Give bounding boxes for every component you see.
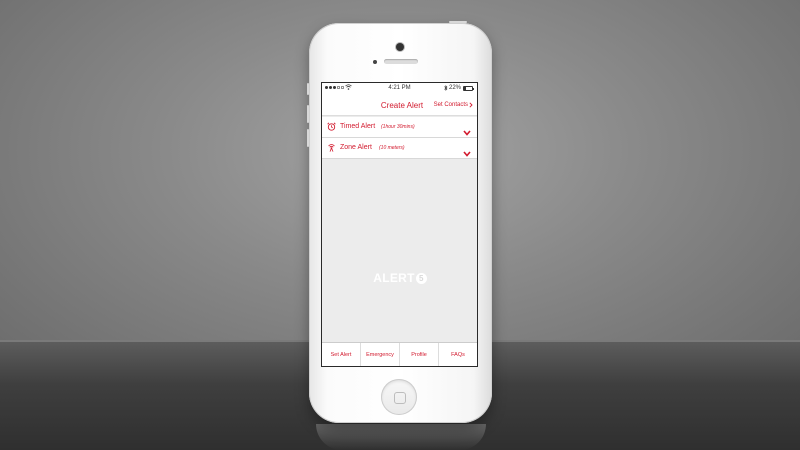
tab-bar: Set Alert Emergency Profile FAQs: [322, 342, 477, 366]
timed-alert-row[interactable]: Timed Alert (1hour 30mins): [322, 117, 477, 138]
battery-percentage: 22%: [449, 85, 462, 91]
proximity-sensor: [373, 60, 377, 64]
zone-alert-label: Zone Alert: [340, 144, 372, 151]
volume-down-button: [307, 129, 309, 147]
phone-reflection: [316, 424, 486, 450]
earpiece-speaker: [384, 59, 418, 64]
app-screen: 4:21 PM 22% Create Alert Set Contacts Ti…: [321, 82, 478, 367]
navigation-bar: Create Alert Set Contacts: [322, 95, 477, 116]
home-button[interactable]: [381, 379, 417, 415]
logo-text: ALERT: [373, 271, 415, 285]
page-title: Create Alert: [380, 101, 424, 110]
mute-switch: [307, 83, 309, 95]
chevron-down-icon[interactable]: [463, 144, 471, 162]
bluetooth-icon: [444, 85, 448, 93]
tab-profile[interactable]: Profile: [400, 343, 439, 366]
logo-badge: 5: [415, 272, 427, 284]
zone-alert-radius: (10 meters): [379, 145, 405, 151]
battery-tip: [473, 87, 474, 90]
timed-alert-label: Timed Alert: [340, 123, 376, 130]
power-button: [449, 21, 467, 23]
status-bar: 4:21 PM 22%: [322, 83, 477, 95]
timed-alert-duration: (1hour 30mins): [381, 124, 415, 130]
set-contacts-label: Set Contacts: [433, 102, 468, 108]
alarm-clock-icon: [327, 122, 336, 133]
chevron-right-icon: [469, 102, 473, 108]
set-contacts-button[interactable]: Set Contacts: [434, 102, 473, 108]
battery-icon: [463, 86, 473, 91]
tab-faqs[interactable]: FAQs: [439, 343, 477, 366]
alert5-logo: ALERT 5: [365, 271, 435, 285]
front-camera: [396, 43, 404, 51]
phone-body: 4:21 PM 22% Create Alert Set Contacts Ti…: [307, 21, 492, 423]
tab-set-alert[interactable]: Set Alert: [322, 343, 361, 366]
home-button-square: [394, 392, 406, 404]
radio-tower-icon: [327, 143, 336, 154]
tab-emergency[interactable]: Emergency: [361, 343, 400, 366]
volume-up-button: [307, 105, 309, 123]
zone-alert-row[interactable]: Zone Alert (10 meters): [322, 138, 477, 159]
